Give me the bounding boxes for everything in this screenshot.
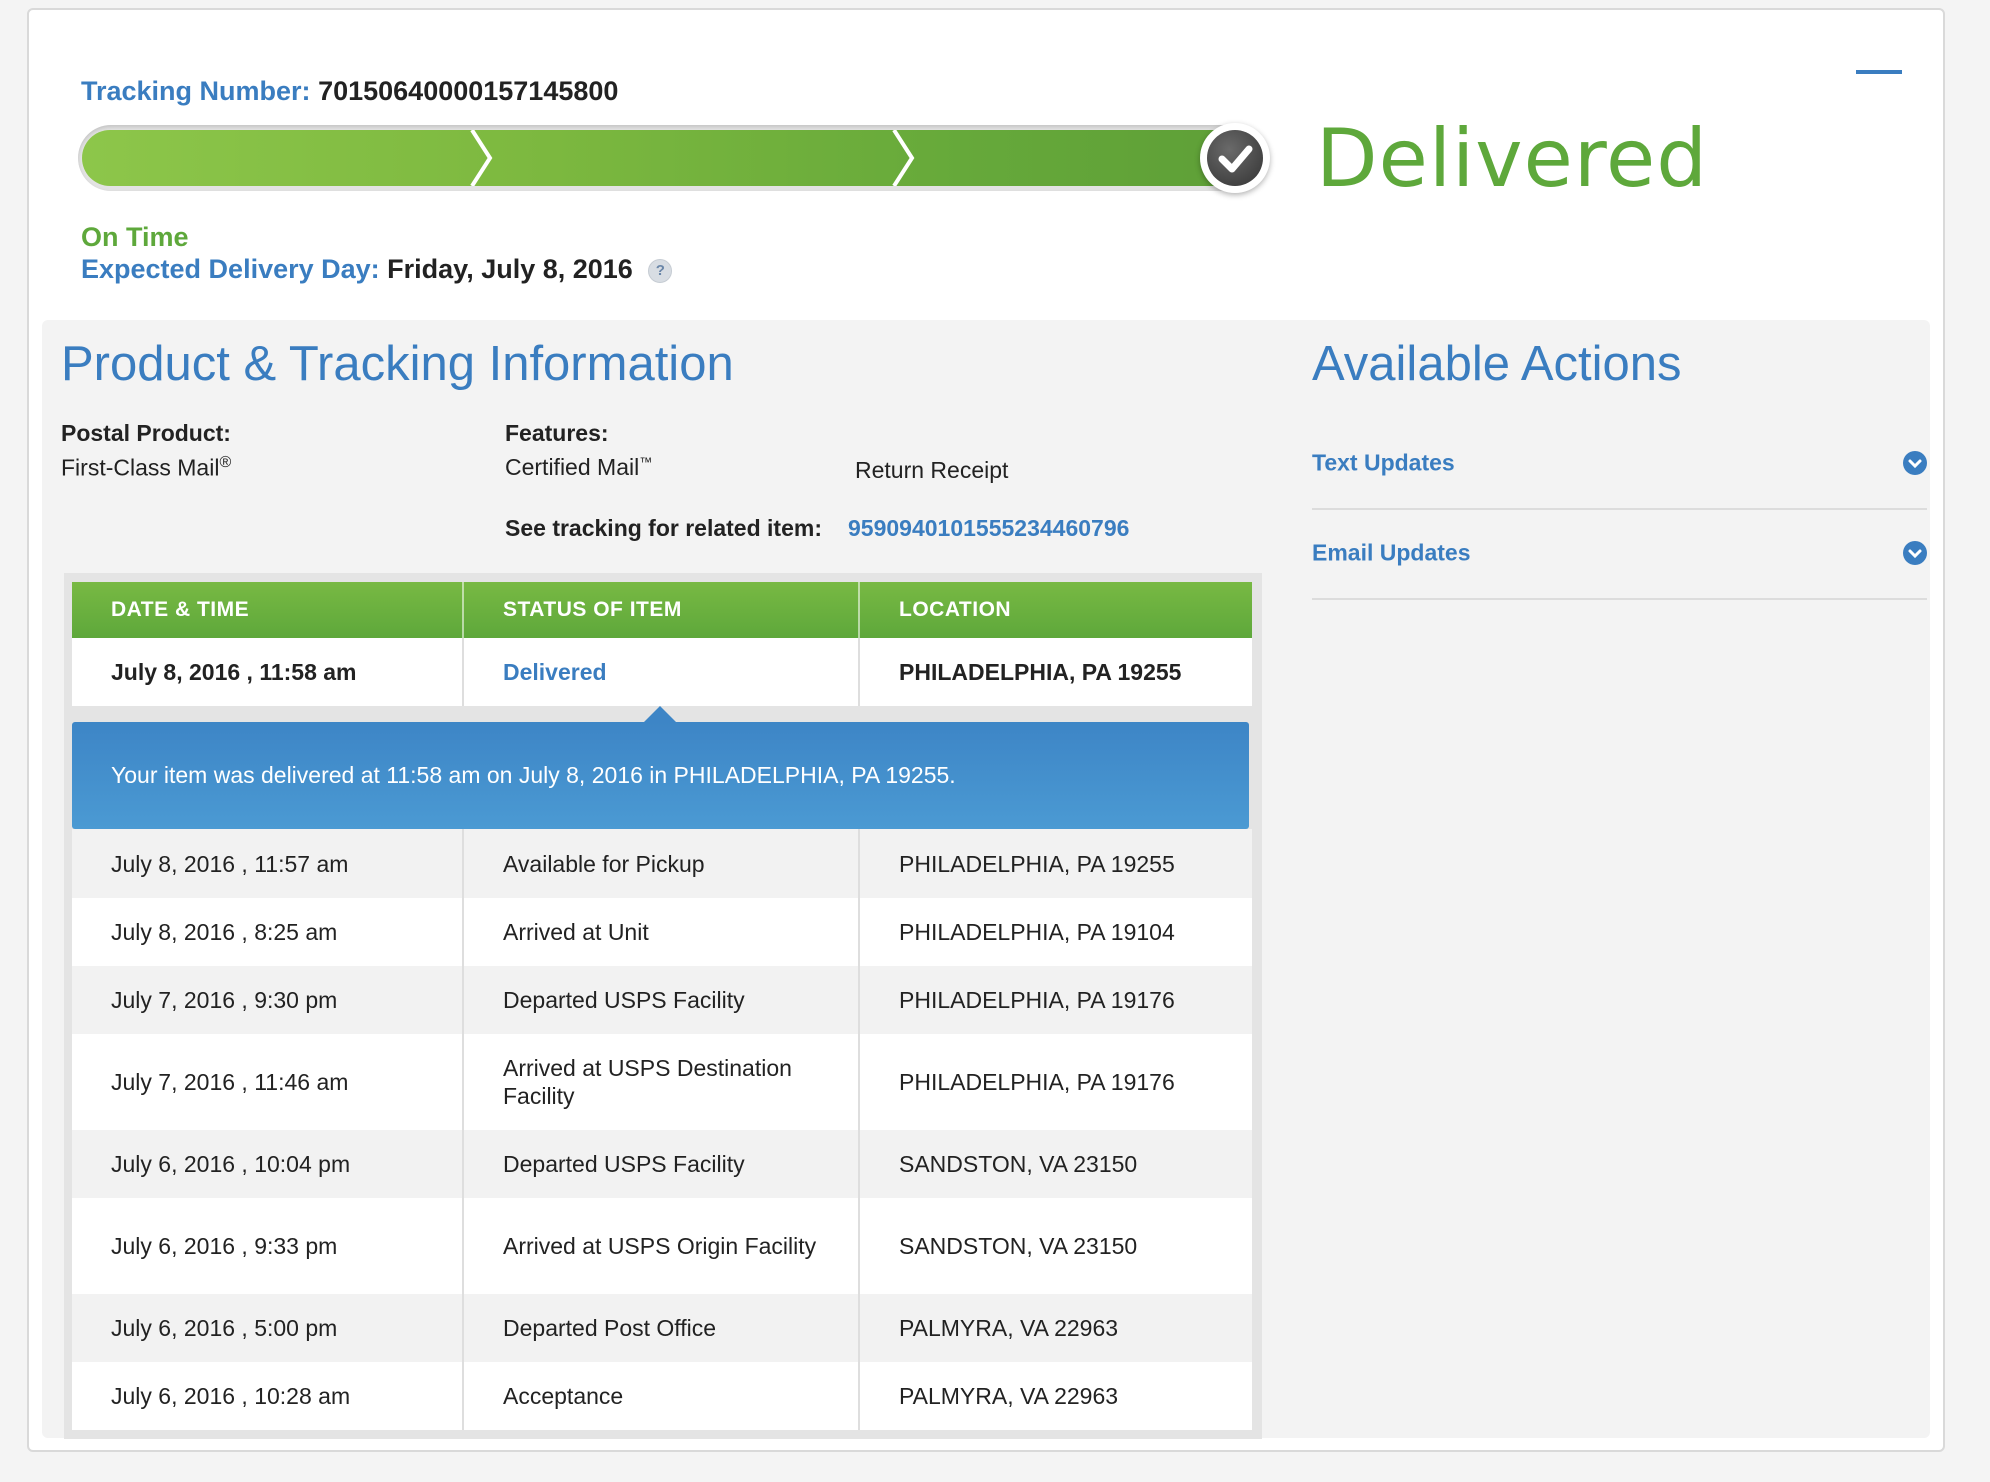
expected-delivery-value: Friday, July 8, 2016 [387,254,633,284]
column-divider [462,898,464,966]
table-row[interactable]: July 6, 2016 , 9:33 pm Arrived at USPS Or… [72,1198,1252,1294]
expected-delivery: Expected Delivery Day: Friday, July 8, 2… [81,254,673,285]
row-status: Available for Pickup [503,850,705,877]
available-actions-heading: Available Actions [1312,337,1682,391]
help-icon[interactable]: ? [648,258,673,283]
column-divider [462,829,464,898]
product-tracking-heading: Product & Tracking Information [61,337,734,391]
progress-step-chevron [470,130,493,186]
feature-certified-mail: Certified Mail™ [505,454,652,481]
table-row[interactable]: July 6, 2016 , 5:00 pm Departed Post Offi… [72,1294,1252,1362]
table-row[interactable]: July 7, 2016 , 9:30 pm Departed USPS Faci… [72,966,1252,1034]
collapse-icon[interactable] [1856,70,1902,74]
column-divider [858,1198,860,1294]
column-divider [462,966,464,1034]
column-divider [858,1034,860,1130]
table-row[interactable]: July 8, 2016 , 8:25 am Arrived at Unit PHI… [72,898,1252,966]
row-date: July 8, 2016 , 11:57 am [111,850,349,877]
progress-fill [82,130,1254,186]
postal-product-name: First-Class Mail [61,454,220,481]
features-label: Features: [505,420,609,446]
column-divider [462,582,464,638]
text-updates-toggle[interactable]: Text Updates [1312,418,1927,510]
row-date: July 6, 2016 , 10:04 pm [111,1151,351,1177]
row-location: SANDSTON, VA 23150 [899,1151,1138,1177]
row-status: Arrived at Unit [503,919,649,945]
column-divider [462,1130,464,1198]
column-header-location: LOCATION [899,598,1012,621]
row-location: PHILADELPHIA, PA 19255 [899,850,1175,877]
postal-product-value: First-Class Mail® [61,454,231,482]
tracking-number-value: 70150640000157145800 [318,76,619,106]
column-divider [462,638,464,706]
column-divider [858,1294,860,1362]
table-row-latest[interactable]: July 8, 2016 , 11:58 am Delivered PHILAD… [72,638,1252,706]
row-location: PHILADELPHIA, PA 19176 [899,1069,1175,1095]
row-date: July 6, 2016 , 10:28 am [111,1383,351,1409]
row-location: PALMYRA, VA 22963 [899,1383,1119,1409]
column-divider [462,1198,464,1294]
row-status: Departed USPS Facility [503,1151,745,1177]
registered-mark: ® [219,454,232,471]
related-item-link[interactable]: 9590940101555234460796 [848,515,1129,542]
delivery-detail-callout: Your item was delivered at 11:58 am on J… [72,722,1249,829]
delivery-progress-bar [78,125,1258,191]
column-divider [858,582,860,638]
check-icon [1200,123,1270,193]
trademark-mark: ™ [639,454,653,470]
column-divider [858,638,860,706]
chevron-down-icon[interactable] [1903,451,1927,475]
progress-step-chevron [892,130,915,186]
row-status: Departed USPS Facility [503,987,745,1013]
column-divider [462,1034,464,1130]
row-date: July 6, 2016 , 5:00 pm [111,1315,338,1341]
row-location: PHILADELPHIA, PA 19255 [899,659,1182,685]
feature-return-receipt: Return Receipt [855,457,1009,483]
delivery-detail-text: Your item was delivered at 11:58 am on J… [111,762,956,788]
column-divider [858,829,860,898]
column-header-date: DATE & TIME [111,598,250,621]
row-location: PHILADELPHIA, PA 19176 [899,987,1175,1013]
row-date: July 7, 2016 , 11:46 am [111,1069,349,1095]
email-updates-toggle[interactable]: Email Updates [1312,508,1927,600]
table-header: DATE & TIME STATUS OF ITEM LOCATION [72,582,1252,638]
tracking-number-label: Tracking Number: [81,76,311,106]
row-date: July 8, 2016 , 11:58 am [111,659,357,685]
row-location: PHILADELPHIA, PA 19104 [899,919,1175,945]
row-date: July 8, 2016 , 8:25 am [111,919,338,945]
table-row[interactable]: July 6, 2016 , 10:28 am Acceptance PALMYRA… [72,1362,1252,1430]
row-date: July 6, 2016 , 9:33 pm [111,1233,338,1259]
row-date: July 7, 2016 , 9:30 pm [111,987,338,1013]
column-divider [858,898,860,966]
column-header-status: STATUS OF ITEM [503,598,682,621]
feature-certified-mail-name: Certified Mail [505,454,640,480]
row-status: Arrived at USPS Destination Facility [503,1055,792,1109]
row-location: PALMYRA, VA 22963 [899,1315,1119,1341]
expected-delivery-label: Expected Delivery Day: [81,254,380,284]
callout-pointer [644,706,676,722]
column-divider [858,1130,860,1198]
delivery-status-title: Delivered [1316,112,1708,205]
row-status: Acceptance [503,1383,624,1409]
table-row[interactable]: July 6, 2016 , 10:04 pm Departed USPS Fac… [72,1130,1252,1198]
postal-product-label: Postal Product: [61,420,231,446]
row-status: Departed Post Office [503,1315,717,1341]
column-divider [462,1294,464,1362]
on-time-status: On Time [81,222,189,252]
row-location: SANDSTON, VA 23150 [899,1233,1138,1259]
related-item-label: See tracking for related item: [505,515,822,541]
tracking-number-line: Tracking Number: 70150640000157145800 [81,76,618,107]
column-divider [858,966,860,1034]
chevron-down-icon[interactable] [1903,541,1927,565]
table-row[interactable]: July 7, 2016 , 11:46 am Arrived at USPS D… [72,1034,1252,1130]
table-row[interactable]: July 8, 2016 , 11:57 am Available for Pic… [72,829,1252,898]
text-updates-label: Text Updates [1312,449,1455,476]
column-divider [858,1362,860,1430]
email-updates-label: Email Updates [1312,539,1471,566]
row-status: Arrived at USPS Origin Facility [503,1233,817,1259]
row-status: Delivered [503,659,607,685]
column-divider [462,1362,464,1430]
